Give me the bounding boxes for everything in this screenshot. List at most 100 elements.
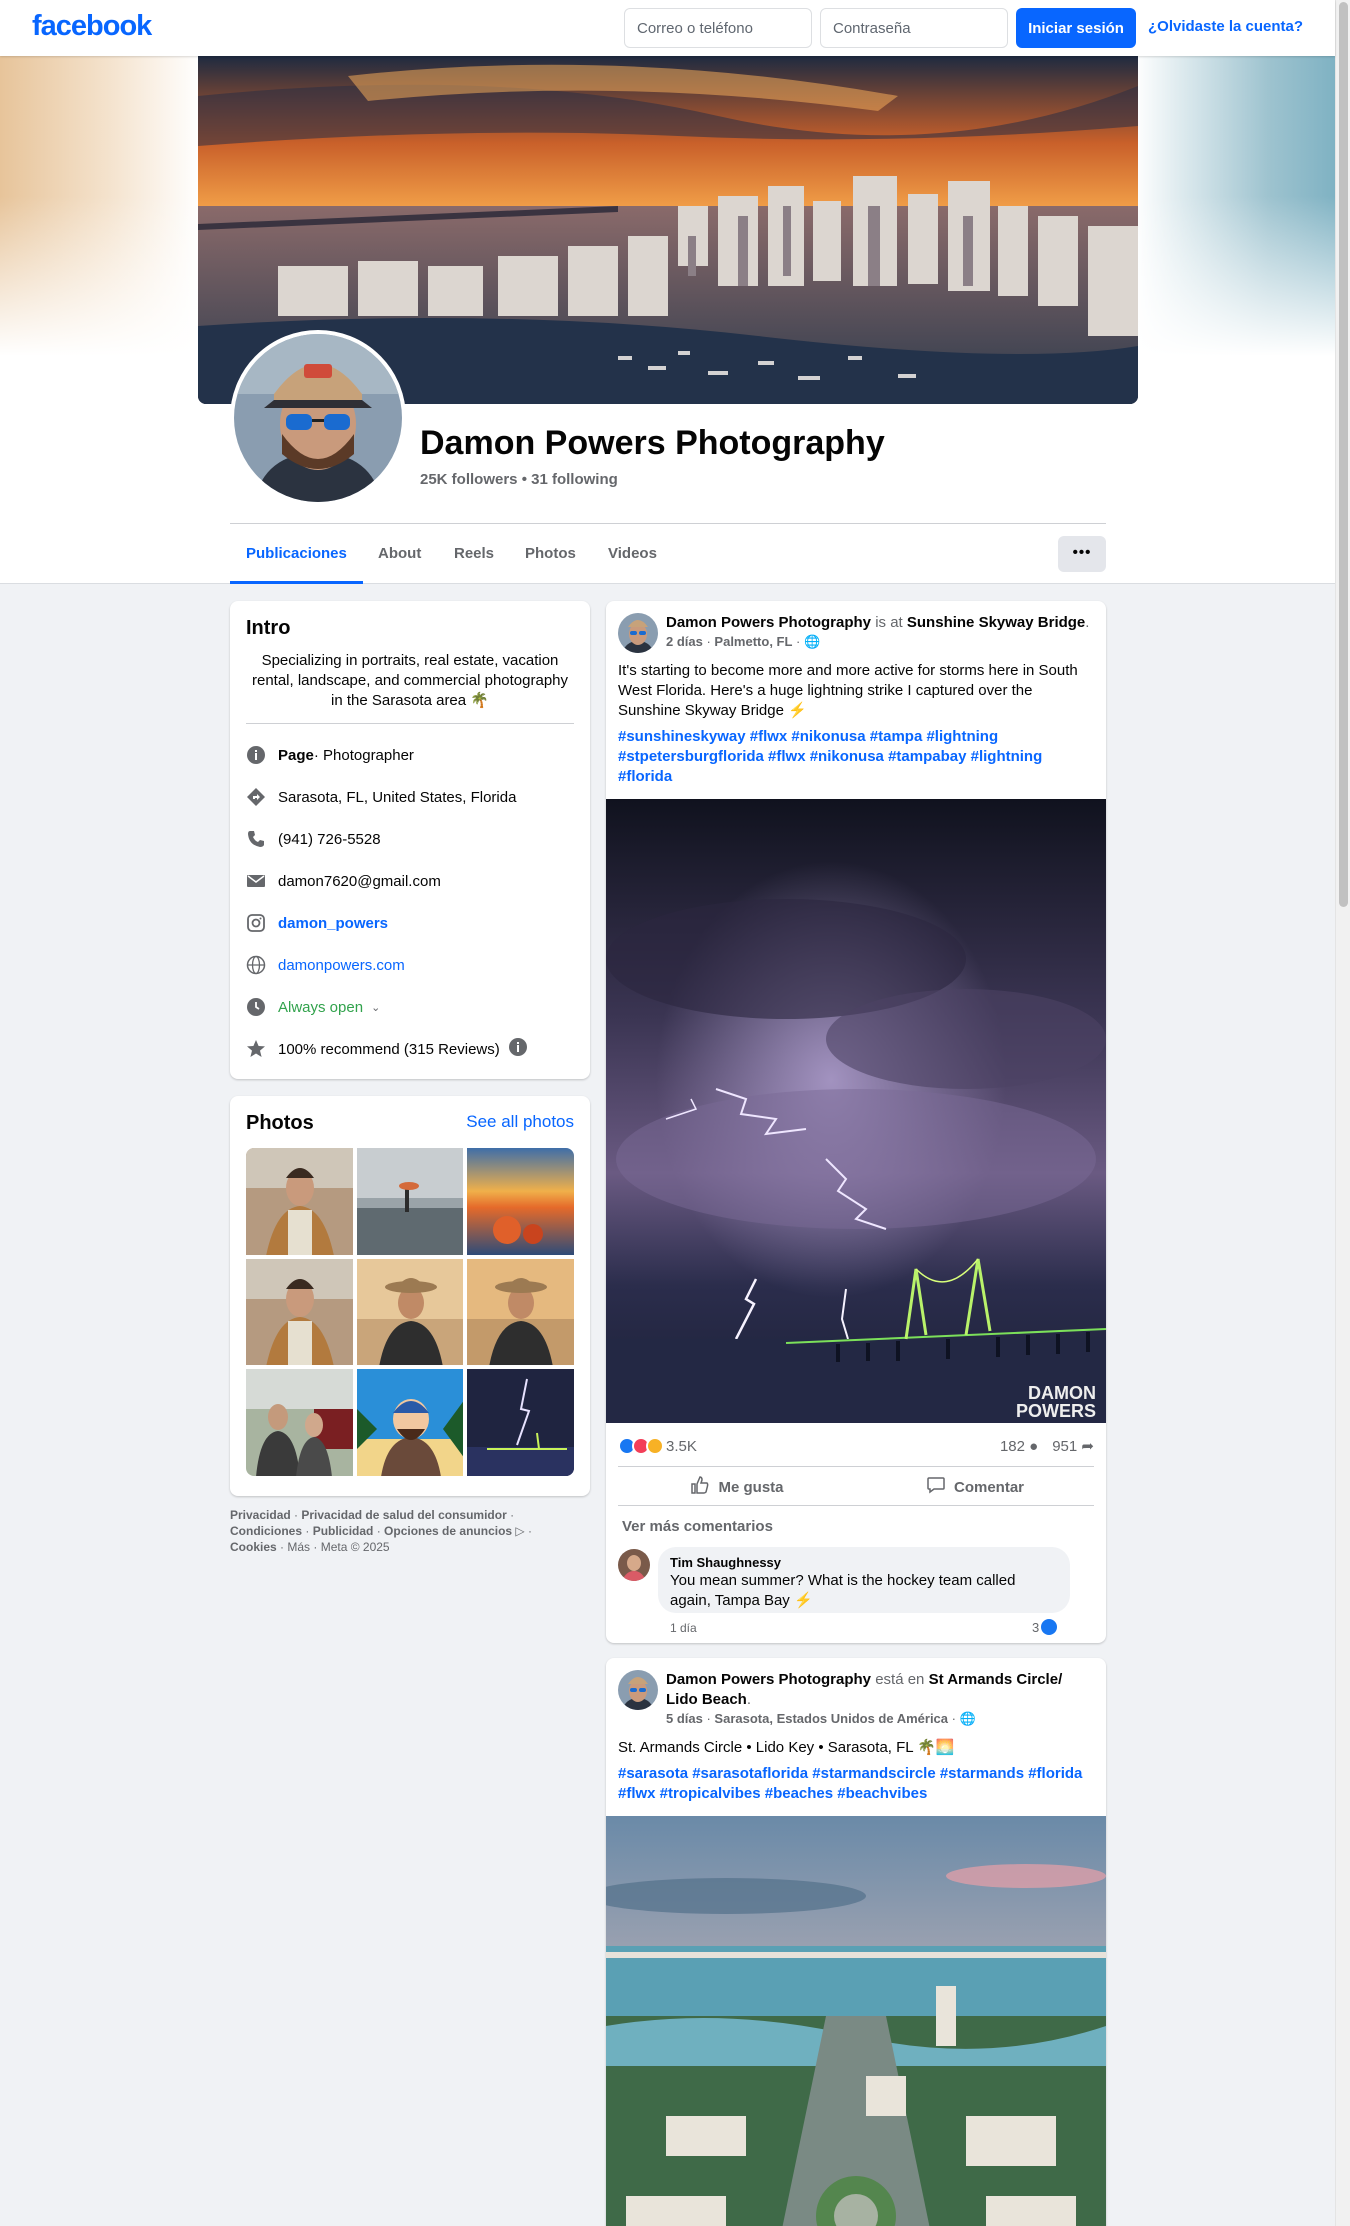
advertising-link[interactable]: Publicidad — [313, 1524, 374, 1538]
post-time[interactable]: 2 días — [666, 634, 703, 649]
post-hashtags[interactable]: #sunshineskyway #flwx #nikonusa #tampa #… — [618, 727, 1094, 787]
watermark-line-2: POWERS — [1016, 1401, 1096, 1421]
post-location[interactable]: Sarasota, Estados Unidos de América — [714, 1711, 948, 1726]
post-author-avatar[interactable] — [618, 613, 658, 653]
photos-card: Photos See all photos — [230, 1096, 590, 1496]
info-icon[interactable] — [508, 1037, 528, 1061]
view-more-comments-link[interactable]: Ver más comentarios — [622, 1518, 773, 1535]
location-text: Sarasota, FL, United States, Florida — [278, 788, 517, 806]
like-button[interactable]: Me gusta — [618, 1469, 856, 1505]
tab-videos[interactable]: Videos — [592, 524, 673, 584]
thumbs-up-icon — [690, 1475, 710, 1499]
website-link[interactable]: damonpowers.com — [278, 957, 405, 974]
aerial-st-armands-image — [606, 1816, 1106, 2226]
globe-icon: 🌐 — [959, 1711, 976, 1726]
more-options-button[interactable]: ••• — [1058, 536, 1106, 572]
forgot-account-link[interactable]: ¿Olvidaste la cuenta? — [1148, 18, 1303, 35]
reactions-bar: 3.5K 182 ● 951 ➦ — [618, 1434, 1094, 1458]
instagram-link[interactable]: damon_powers — [278, 915, 388, 932]
post-header: Damon Powers Photography está en St Arma… — [666, 1670, 1091, 1728]
tab-reels[interactable]: Reels — [438, 524, 510, 584]
photo-thumbnail[interactable] — [356, 1258, 464, 1366]
page-title: Damon Powers Photography — [420, 424, 885, 462]
share-count[interactable]: 951 ➦ — [1052, 1437, 1094, 1455]
photo-thumbnail[interactable] — [467, 1258, 574, 1366]
post-text: St. Armands Circle • Lido Key • Sarasota… — [618, 1739, 955, 1756]
rating-text[interactable]: 100% recommend (315 Reviews) — [278, 1041, 500, 1058]
comment-author[interactable]: Tim Shaughnessy — [670, 1555, 1058, 1571]
photo-thumbnail[interactable] — [356, 1148, 464, 1255]
profile-picture[interactable] — [230, 330, 406, 506]
login-button[interactable]: Iniciar sesión — [1016, 8, 1136, 48]
post-image[interactable] — [606, 1816, 1106, 2226]
post-header: Damon Powers Photography is at Sunshine … — [666, 614, 1090, 649]
tab-publicaciones[interactable]: Publicaciones — [230, 524, 363, 584]
comment-bubble-icon: ● — [1029, 1437, 1039, 1455]
phone-text[interactable]: (941) 726-5528 — [278, 831, 381, 848]
profile-portrait-image — [234, 334, 402, 502]
page-scrollbar[interactable] — [1335, 0, 1350, 2226]
intro-email: damon7620@gmail.com — [246, 869, 574, 893]
ad-choices-link[interactable]: Opciones de anuncios — [384, 1524, 512, 1538]
post-author-name[interactable]: Damon Powers Photography — [666, 614, 871, 631]
intro-website: damonpowers.com — [246, 953, 574, 977]
photo-thumbnail[interactable] — [356, 1369, 464, 1476]
post-time[interactable]: 5 días — [666, 1711, 703, 1726]
photo-thumbnail[interactable] — [246, 1148, 353, 1255]
comment-button[interactable]: Comentar — [856, 1469, 1094, 1505]
comment-likes[interactable]: 3 — [1032, 1619, 1058, 1635]
reaction-count[interactable]: 3.5K — [666, 1438, 697, 1455]
post-location[interactable]: Palmetto, FL — [714, 634, 792, 649]
more-link[interactable]: Más — [287, 1540, 310, 1554]
post-meta: 5 días · Sarasota, Estados Unidos de Amé… — [666, 1711, 976, 1726]
share-arrow-icon: ➦ — [1081, 1438, 1094, 1455]
post-hashtags[interactable]: #sarasota #sarasotaflorida #starmandscir… — [618, 1764, 1094, 1804]
facebook-logo[interactable]: facebook — [32, 10, 152, 43]
photo-thumbnail[interactable] — [467, 1369, 574, 1476]
post-author-avatar[interactable] — [618, 1670, 658, 1710]
wow-reaction-icon — [646, 1437, 664, 1455]
intro-rating: 100% recommend (315 Reviews) — [246, 1037, 574, 1061]
stats-separator: • — [517, 471, 532, 488]
email-text[interactable]: damon7620@gmail.com — [278, 873, 441, 890]
category-label: Page — [278, 746, 314, 764]
see-all-photos-link[interactable]: See all photos — [466, 1112, 574, 1132]
photo-thumbnail[interactable] — [246, 1258, 353, 1366]
commenter-avatar[interactable] — [618, 1549, 650, 1581]
comment-count[interactable]: 182 ● — [1000, 1438, 1038, 1455]
reaction-icons[interactable] — [618, 1437, 664, 1455]
comment-text: You mean summer? What is the hockey team… — [670, 1572, 1016, 1609]
terms-link[interactable]: Condiciones — [230, 1524, 302, 1538]
post-author-name[interactable]: Damon Powers Photography — [666, 1671, 871, 1688]
comments-divider — [618, 1505, 1094, 1506]
copyright: Meta © 2025 — [320, 1540, 390, 1554]
tab-about[interactable]: About — [362, 524, 437, 584]
intro-hours[interactable]: Always open ⌄ — [246, 995, 574, 1019]
info-icon — [246, 745, 266, 765]
health-privacy-link[interactable]: Privacidad de salud del consumidor — [301, 1508, 506, 1522]
post-card: Damon Powers Photography is at Sunshine … — [606, 601, 1106, 1643]
ad-choices-icon: ▷ — [515, 1524, 525, 1538]
photo-thumbnail[interactable] — [467, 1148, 574, 1255]
star-icon — [246, 1039, 266, 1059]
chevron-down-icon: ⌄ — [371, 1001, 381, 1014]
followers-count[interactable]: 25K followers — [420, 471, 518, 488]
privacy-link[interactable]: Privacidad — [230, 1508, 291, 1522]
intro-card: Intro Specializing in portraits, real es… — [230, 601, 590, 1079]
following-count[interactable]: 31 following — [531, 471, 618, 488]
post-place-link[interactable]: Sunshine Skyway Bridge — [907, 614, 1085, 631]
email-field[interactable] — [624, 8, 812, 48]
comment-time[interactable]: 1 día — [670, 1621, 697, 1635]
scrollbar-thumb[interactable] — [1339, 2, 1348, 907]
post-image[interactable]: DAMON POWERS — [606, 799, 1106, 1423]
comment-icon — [926, 1475, 946, 1499]
cookies-link[interactable]: Cookies — [230, 1540, 277, 1554]
photo-thumbnail[interactable] — [246, 1369, 353, 1476]
mail-icon — [246, 871, 266, 891]
tab-photos[interactable]: Photos — [509, 524, 592, 584]
password-field[interactable] — [820, 8, 1008, 48]
actions-divider — [618, 1466, 1094, 1467]
lightning-bridge-image: DAMON POWERS — [606, 799, 1106, 1423]
page-bio: Specializing in portraits, real estate, … — [251, 652, 569, 709]
post-connector: is at — [871, 614, 907, 631]
